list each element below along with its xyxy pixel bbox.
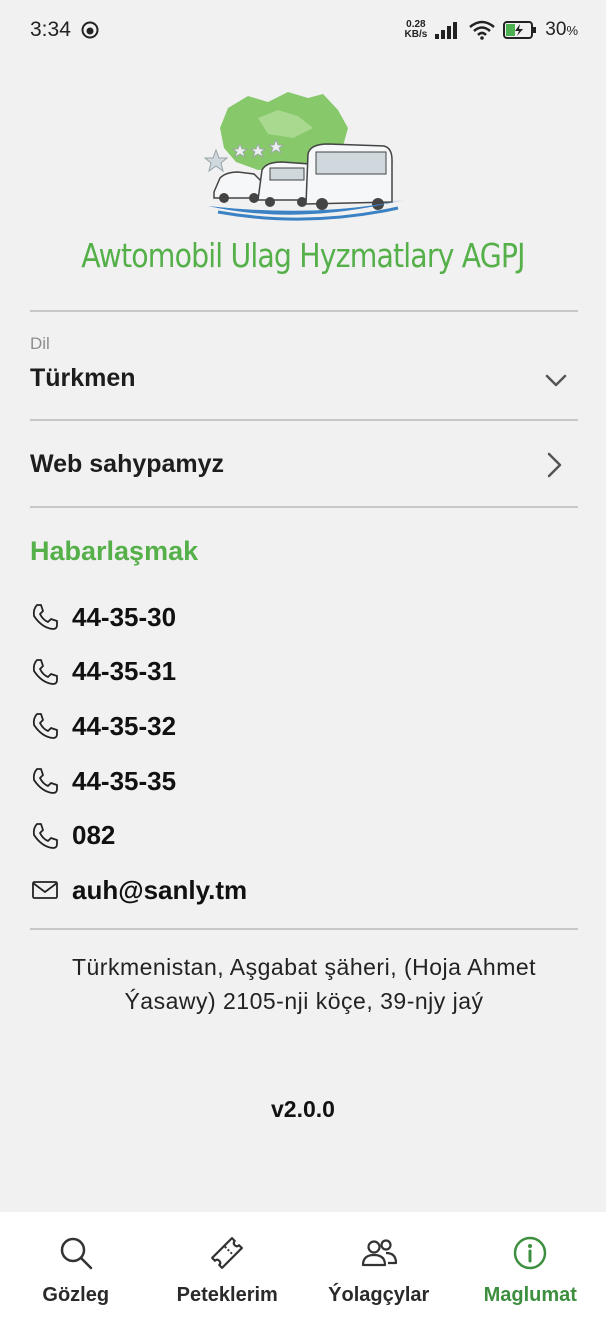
contact-phone[interactable]: 082 <box>30 808 578 863</box>
status-bar: 3:34 0.28 KB/s 30% <box>0 0 606 60</box>
website-link[interactable]: Web sahypamyz <box>30 444 578 488</box>
nav-label: Peteklerim <box>176 1284 278 1306</box>
battery-charging-icon <box>503 21 537 39</box>
divider <box>30 928 578 930</box>
divider <box>30 310 578 312</box>
language-value: Türkmen <box>30 364 136 392</box>
phone-icon <box>32 658 58 685</box>
phone-number: 44-35-35 <box>72 765 177 796</box>
company-logo <box>203 92 403 221</box>
contact-title: Habarlaşmak <box>30 536 199 566</box>
nav-item-search[interactable]: Gözleg <box>0 1212 152 1332</box>
website-label: Web sahypamyz <box>30 450 225 478</box>
nav-label: Maglumat <box>483 1284 577 1306</box>
language-label: Dil <box>30 334 50 353</box>
chevron-down-icon <box>545 374 567 387</box>
bottom-nav: Gözleg Peteklerim Ýolagçylar Maglumat <box>0 1212 606 1332</box>
phone-number: 44-35-32 <box>72 710 177 741</box>
language-selector[interactable]: Dil Türkmen <box>30 334 578 404</box>
wifi-icon <box>469 20 496 40</box>
phone-icon <box>32 768 58 794</box>
search-icon <box>60 1237 92 1270</box>
divider <box>30 506 578 508</box>
phone-icon <box>32 822 58 849</box>
contact-list: 44-35-30 44-35-31 44-35-32 44-35-35 082 … <box>30 590 578 918</box>
passengers-icon <box>361 1239 397 1267</box>
notification-icon <box>81 21 99 39</box>
contact-phone[interactable]: 44-35-35 <box>30 754 578 809</box>
app-name: Awtomobil Ulag Hyzmatlary AGPJ <box>81 236 525 275</box>
phone-number: 44-35-31 <box>72 656 177 687</box>
contact-phone[interactable]: 44-35-31 <box>30 645 578 700</box>
phone-number: 44-35-30 <box>72 601 177 632</box>
contact-email[interactable]: auh@sanly.tm <box>30 863 578 918</box>
contact-phone[interactable]: 44-35-32 <box>30 699 578 754</box>
nav-label: Gözleg <box>42 1284 110 1306</box>
info-icon <box>514 1236 547 1270</box>
chevron-right-icon <box>547 452 562 478</box>
divider <box>30 419 578 421</box>
ticket-icon <box>211 1237 244 1269</box>
nav-label: Ýolagçylar <box>328 1284 430 1306</box>
nav-item-tickets[interactable]: Peteklerim <box>152 1212 304 1332</box>
app-version: v2.0.0 <box>271 1096 335 1122</box>
phone-icon <box>32 713 58 740</box>
email-address: auh@sanly.tm <box>72 874 248 905</box>
phone-number: 082 <box>72 820 116 851</box>
contact-phone[interactable]: 44-35-30 <box>30 590 578 645</box>
nav-item-passengers[interactable]: Ýolagçylar <box>303 1212 455 1332</box>
status-time: 3:34 <box>30 18 71 41</box>
mail-icon <box>32 881 58 900</box>
net-speed: 0.28 KB/s <box>404 19 428 40</box>
phone-icon <box>32 604 58 631</box>
signal-icon <box>435 22 458 39</box>
nav-item-info[interactable]: Maglumat <box>455 1212 606 1332</box>
address: Türkmenistan, Aşgabat şäheri, (Hoja Ahme… <box>71 954 537 1014</box>
battery-percent: 30% <box>545 19 578 40</box>
